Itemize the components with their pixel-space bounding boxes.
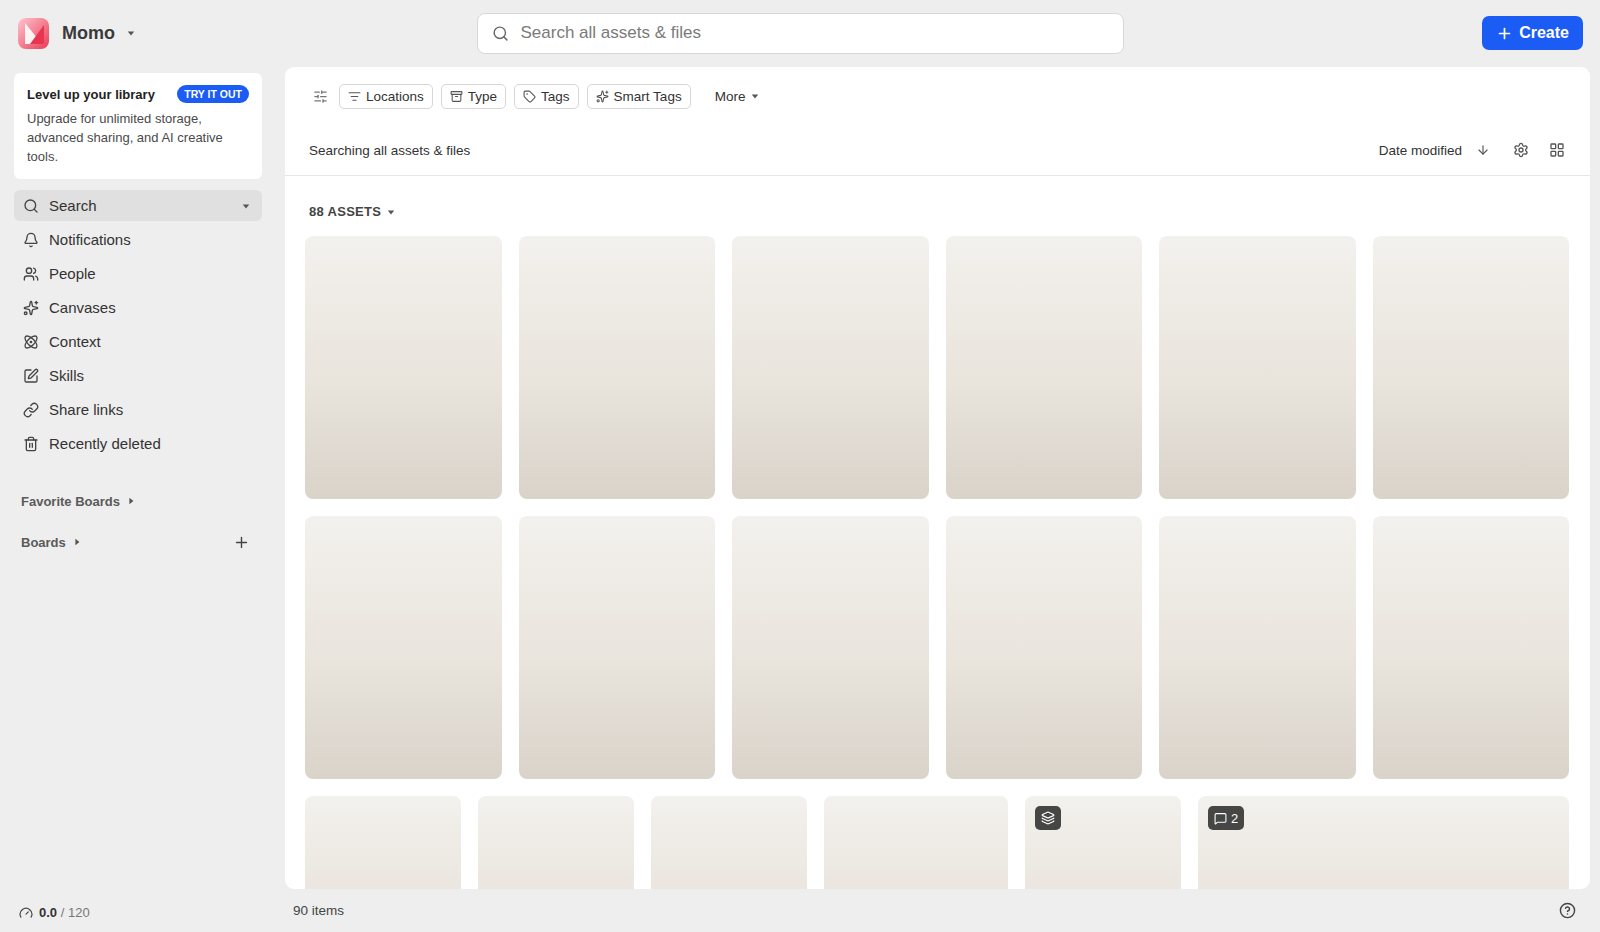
filter-chip[interactable]: Tags — [514, 84, 579, 109]
sidebar: Level up your library TRY IT OUT Upgrade f… — [0, 66, 285, 932]
search-icon — [23, 198, 39, 214]
asset-tile[interactable] — [946, 516, 1143, 779]
sidebar-section[interactable]: Boards — [14, 527, 262, 557]
filter-chip[interactable]: Type — [441, 84, 506, 109]
sort-button[interactable]: Date modified — [1373, 142, 1496, 159]
top-bar: Momo Create — [0, 0, 1600, 66]
comments-badge[interactable]: 2 — [1208, 806, 1244, 830]
asset-tile[interactable] — [1159, 236, 1356, 499]
trash-icon — [23, 436, 39, 452]
results-panel: Locations Type Tags Smart Tags More Searching… — [285, 67, 1590, 889]
filter-bar: Locations Type Tags Smart Tags More — [285, 67, 1590, 125]
sidebar-section[interactable]: Favorite Boards — [14, 486, 262, 516]
search-box[interactable] — [477, 13, 1124, 54]
caret-down-icon — [387, 208, 395, 216]
layers-icon — [1041, 811, 1055, 825]
asset-row — [305, 236, 1569, 499]
asset-tile[interactable] — [824, 796, 1008, 889]
promo-text: Upgrade for unlimited storage, advanced … — [27, 109, 249, 166]
promo-card[interactable]: Level up your library TRY IT OUT Upgrade f… — [14, 73, 262, 179]
bell-icon — [23, 232, 39, 248]
tag-icon — [523, 90, 536, 103]
caret-right-icon — [73, 538, 81, 546]
caret-down-icon — [127, 29, 135, 37]
comment-icon — [1214, 812, 1227, 825]
plus-icon — [1496, 25, 1513, 42]
sidebar-nav: SearchNotificationsPeopleCanvasesContext… — [14, 190, 262, 459]
sparkle-icon — [596, 90, 609, 103]
scope-row: Searching all assets & files Date modifie… — [285, 125, 1590, 176]
more-filters-button[interactable]: More — [709, 88, 766, 105]
add-board-icon[interactable] — [233, 534, 250, 551]
asset-tile[interactable] — [946, 236, 1143, 499]
grid-icon — [1549, 142, 1565, 158]
create-button[interactable]: Create — [1482, 16, 1583, 50]
storage-usage[interactable]: 0.0 / 120 — [14, 905, 262, 920]
sidebar-item[interactable]: Share links — [14, 394, 262, 425]
stack-badge — [1035, 806, 1061, 830]
sliders-icon — [313, 89, 328, 104]
asset-tile[interactable] — [1373, 516, 1570, 779]
asset-tile[interactable] — [732, 236, 929, 499]
sidebar-item[interactable]: Skills — [14, 360, 262, 391]
search-icon — [492, 25, 509, 42]
promo-badge[interactable]: TRY IT OUT — [177, 85, 249, 103]
workspace-switcher[interactable]: Momo — [0, 17, 477, 50]
search-input[interactable] — [519, 22, 1109, 44]
filter-settings-button[interactable] — [309, 85, 331, 107]
gauge-icon — [19, 906, 33, 920]
app: Momo Create Level up your library TRY IT OU… — [0, 0, 1600, 932]
asset-row: 2 — [305, 796, 1569, 889]
sidebar-item[interactable]: Context — [14, 326, 262, 357]
sparkle-icon — [23, 300, 39, 316]
scope-text: Searching all assets & files — [309, 143, 470, 158]
filter-chip[interactable]: Locations — [339, 84, 433, 109]
sidebar-item[interactable]: People — [14, 258, 262, 289]
asset-tile[interactable] — [1373, 236, 1570, 499]
link-icon — [23, 402, 39, 418]
asset-grid: 2 — [285, 219, 1590, 889]
asset-tile[interactable] — [1159, 516, 1356, 779]
workspace-name[interactable]: Momo — [62, 23, 115, 44]
grid-view-button[interactable] — [1546, 139, 1568, 161]
asset-tile[interactable]: 2 — [1198, 796, 1569, 889]
arrow-down-icon — [1476, 143, 1490, 157]
help-button[interactable] — [1556, 900, 1578, 922]
asset-tile[interactable] — [305, 516, 502, 779]
asset-tile[interactable] — [1025, 796, 1181, 889]
tray-icon — [450, 90, 463, 103]
asset-row — [305, 516, 1569, 779]
asset-count[interactable]: 88 ASSETS — [285, 176, 1590, 219]
view-settings-button[interactable] — [1510, 139, 1532, 161]
filter-chip[interactable]: Smart Tags — [587, 84, 691, 109]
caret-down-icon — [242, 202, 250, 210]
momo-logo-icon[interactable] — [17, 17, 50, 50]
sidebar-item[interactable]: Notifications — [14, 224, 262, 255]
asset-tile[interactable] — [478, 796, 634, 889]
atom-icon — [23, 334, 39, 350]
asset-tile[interactable] — [651, 796, 807, 889]
asset-tile[interactable] — [519, 516, 716, 779]
promo-title: Level up your library — [27, 87, 155, 102]
asset-tile[interactable] — [519, 236, 716, 499]
status-bar: 90 items — [285, 889, 1590, 932]
gear-icon — [1513, 142, 1529, 158]
help-icon — [1559, 902, 1576, 919]
items-total: 90 items — [293, 903, 344, 918]
asset-tile[interactable] — [732, 516, 929, 779]
sidebar-item[interactable]: Canvases — [14, 292, 262, 323]
caret-down-icon — [751, 92, 759, 100]
caret-right-icon — [127, 497, 135, 505]
asset-tile[interactable] — [305, 236, 502, 499]
asset-tile[interactable] — [305, 796, 461, 889]
pen-square-icon — [23, 368, 39, 384]
people-icon — [23, 266, 39, 282]
sidebar-item[interactable]: Search — [14, 190, 262, 221]
sidebar-item[interactable]: Recently deleted — [14, 428, 262, 459]
filter-list-icon — [348, 90, 361, 103]
